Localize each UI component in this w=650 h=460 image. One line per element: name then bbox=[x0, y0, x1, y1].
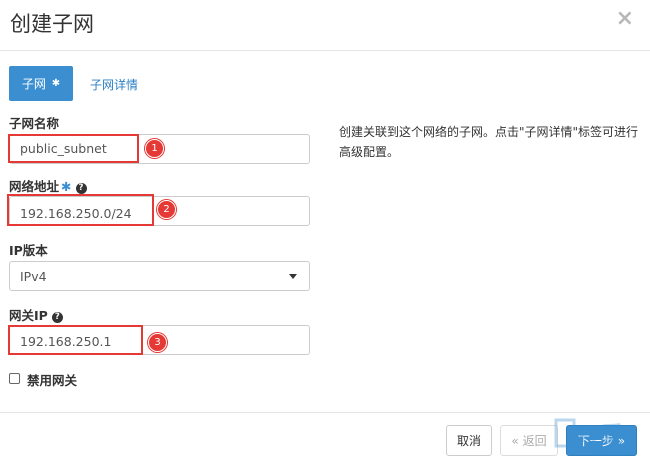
cancel-button[interactable]: 取消 bbox=[446, 425, 492, 456]
network-address-label-text: 网络地址 bbox=[9, 179, 60, 194]
gateway-ip-label-text: 网关IP bbox=[9, 308, 48, 323]
question-circle-icon[interactable]: ? bbox=[51, 312, 63, 323]
subnet-name-label-text: 子网名称 bbox=[9, 116, 60, 131]
network-address-value: 192.168.250.0/24 bbox=[20, 206, 132, 221]
tab-subnet-label: 子网 bbox=[21, 77, 46, 91]
close-icon[interactable]: × bbox=[616, 6, 634, 31]
ip-version-label: IP版本 bbox=[9, 243, 48, 258]
gateway-ip-value: 192.168.250.1 bbox=[20, 334, 112, 349]
tab-subnet[interactable]: 子网 ✱ bbox=[9, 66, 73, 101]
disable-gateway-label[interactable]: 禁用网关 bbox=[27, 370, 77, 389]
next-button[interactable]: 下一步 » bbox=[566, 425, 637, 456]
tab-subnet-details[interactable]: 子网详情 bbox=[90, 76, 138, 93]
subnet-name-value: public_subnet bbox=[20, 141, 107, 156]
annotation-badge-1: 1 bbox=[145, 139, 164, 158]
ip-version-selected: IPv4 bbox=[20, 269, 47, 284]
network-address-label: 网络地址 ✱? bbox=[9, 176, 87, 195]
annotation-badge-3: 3 bbox=[148, 333, 167, 352]
required-star-icon: ✱ bbox=[61, 179, 72, 194]
modal-title: 创建子网 bbox=[10, 12, 94, 36]
gateway-ip-label: 网关IP? bbox=[9, 305, 63, 324]
question-circle-icon[interactable]: ? bbox=[75, 183, 87, 194]
caret-down-icon bbox=[289, 274, 297, 279]
back-button[interactable]: « 返回 bbox=[500, 425, 558, 456]
required-star-icon: ✱ bbox=[51, 78, 61, 89]
subnet-name-label: 子网名称 bbox=[9, 113, 59, 132]
annotation-badge-2: 2 bbox=[157, 200, 176, 219]
modal-header: 创建子网 × bbox=[0, 0, 650, 51]
ip-version-select[interactable]: IPv4 bbox=[9, 261, 310, 291]
help-text: 创建关联到这个网络的子网。点击"子网详情"标签可进行高级配置。 bbox=[339, 125, 639, 159]
disable-gateway-checkbox[interactable] bbox=[9, 373, 20, 384]
